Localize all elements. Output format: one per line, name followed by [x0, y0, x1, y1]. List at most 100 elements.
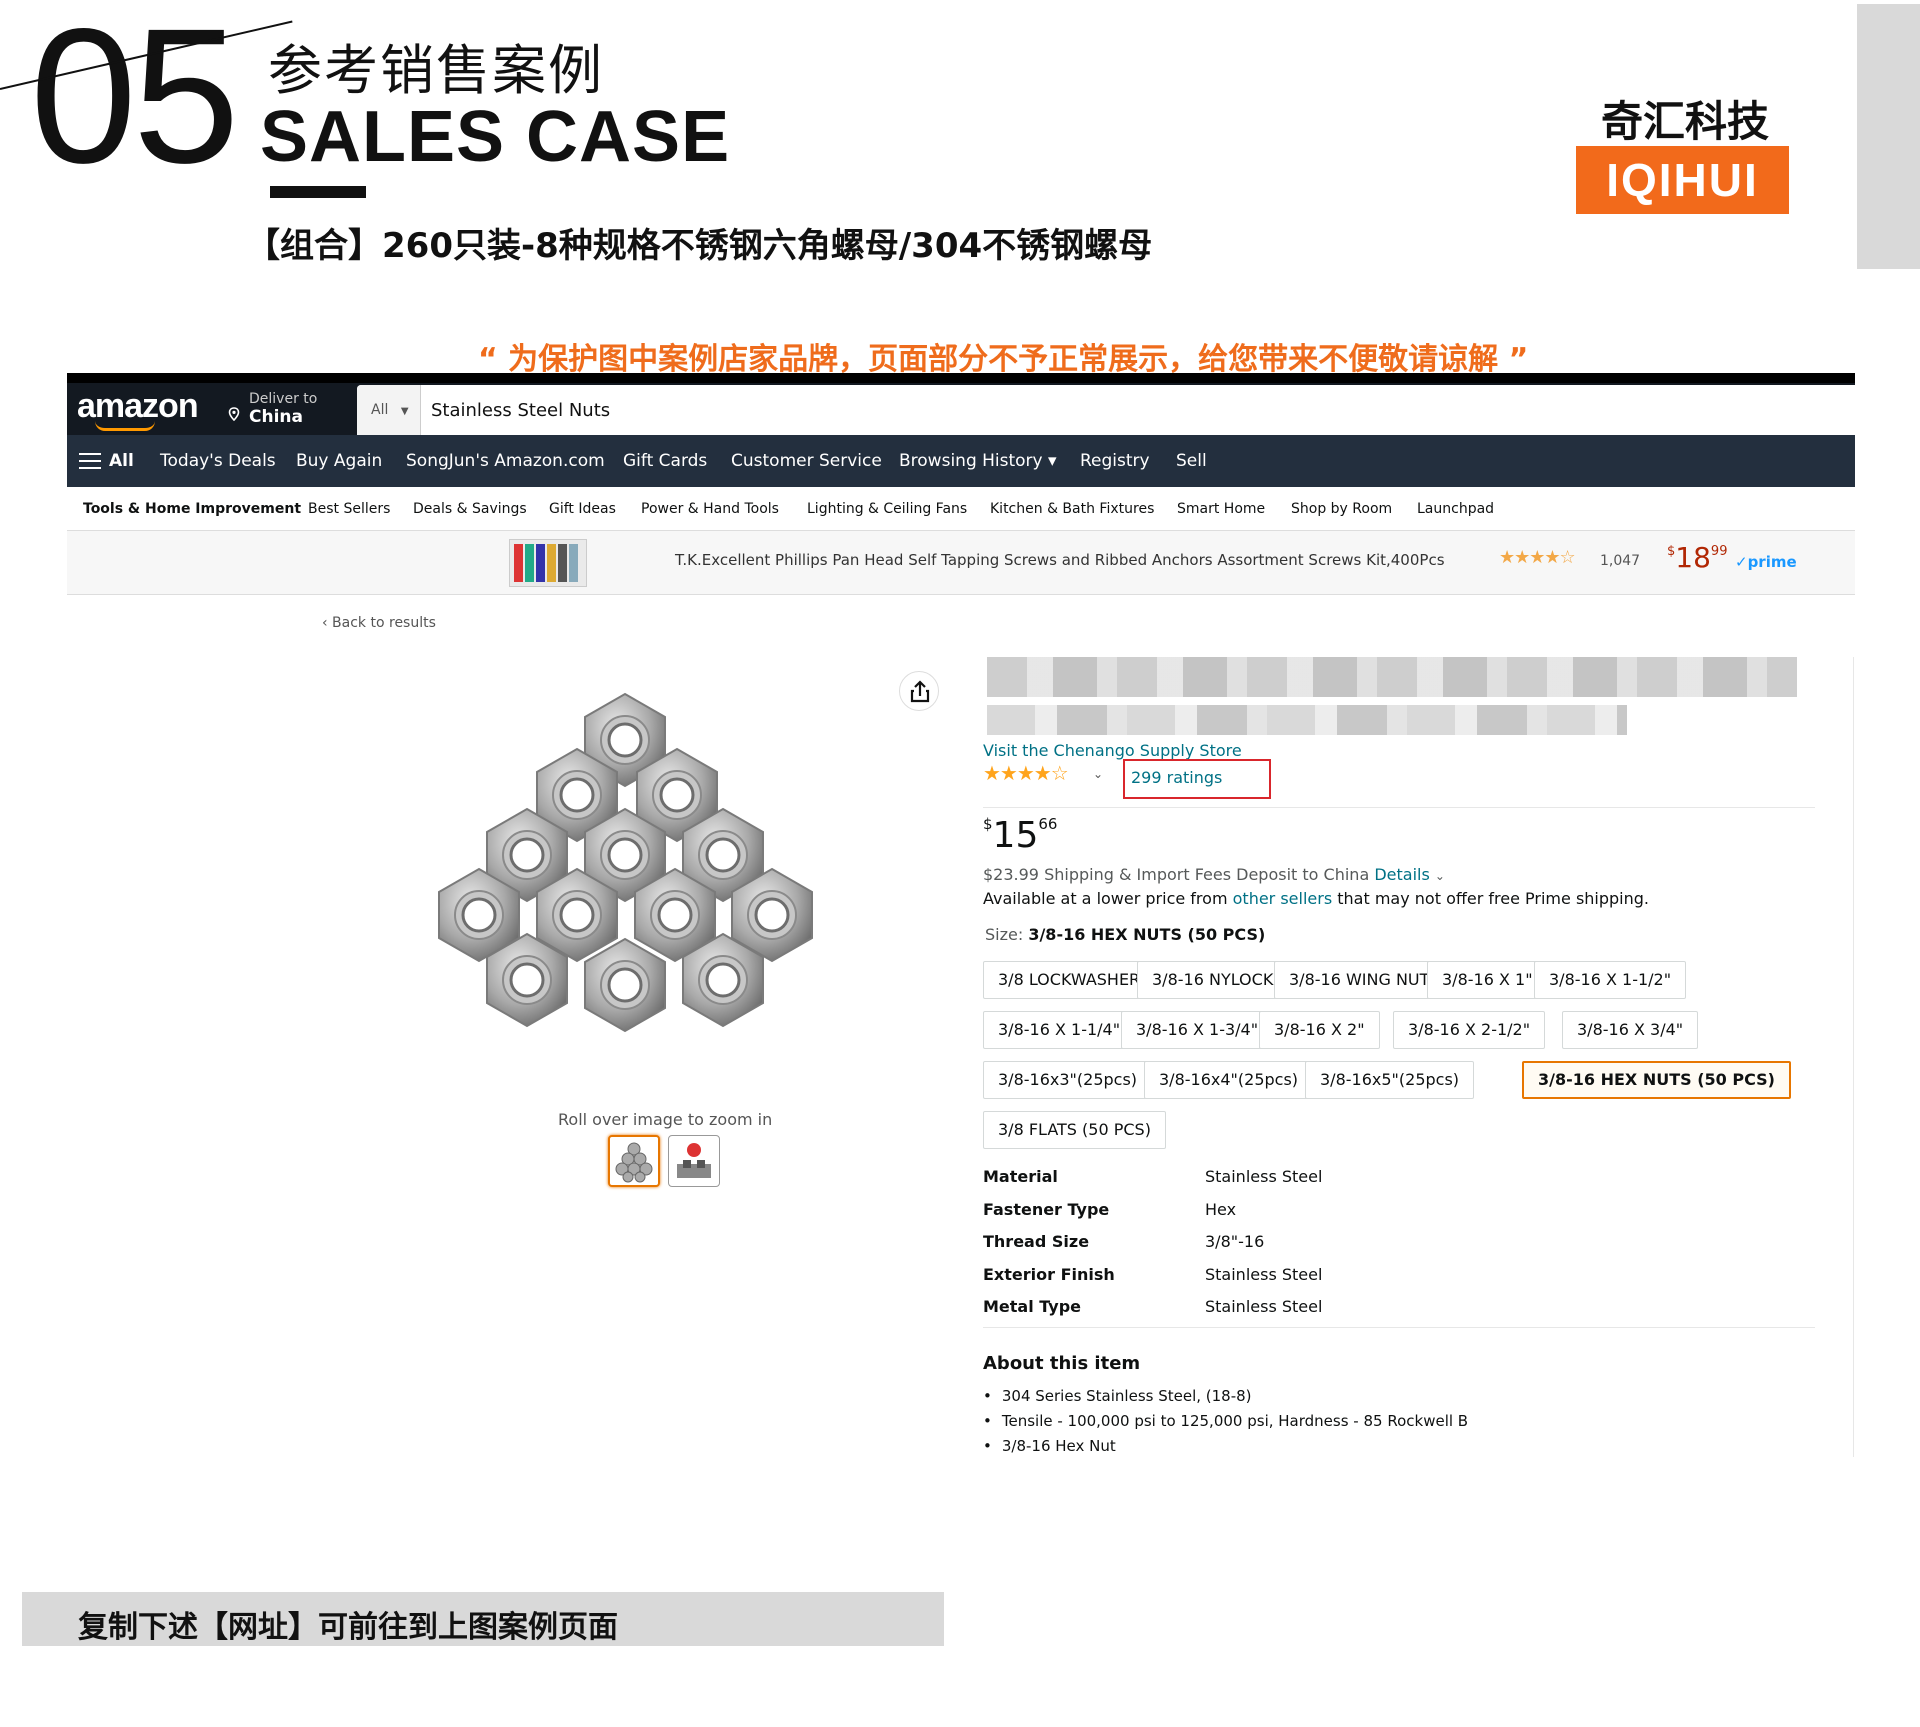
prime-badge: ✓prime — [1735, 553, 1797, 571]
blurred-product-title-line2 — [987, 705, 1627, 735]
title-chinese: 参考销售案例 — [268, 39, 604, 102]
nav-browsing-history[interactable]: Browsing History ▾ — [899, 435, 1057, 487]
subnav-power-tools[interactable]: Power & Hand Tools — [641, 487, 779, 531]
title-underline — [270, 186, 366, 198]
location-pin-icon — [228, 407, 240, 421]
section-number: 05 — [30, 0, 240, 203]
subnav-gift-ideas[interactable]: Gift Ideas — [549, 487, 616, 531]
product-main-image[interactable] — [427, 685, 827, 1075]
share-icon — [910, 680, 930, 703]
spec-key: Thread Size — [983, 1232, 1090, 1251]
nav-all[interactable]: All — [109, 435, 134, 487]
zoom-hint: Roll over image to zoom in — [558, 1110, 773, 1129]
search-category-dropdown[interactable]: All ▼ — [357, 385, 421, 435]
subnav-shop-by-room[interactable]: Shop by Room — [1291, 487, 1392, 531]
spec-key: Material — [983, 1167, 1058, 1186]
ad-price: $1899 — [1667, 541, 1728, 574]
subnav-launchpad[interactable]: Launchpad — [1417, 487, 1494, 531]
size-option[interactable]: 3/8-16x3"(25pcs) — [983, 1061, 1153, 1099]
visit-store-link[interactable]: Visit the Chenango Supply Store — [983, 741, 1242, 760]
nav-store[interactable]: SongJun's Amazon.com — [406, 435, 605, 487]
amazon-page: amazon Deliver to China All ▼ All Today'… — [67, 373, 1855, 1465]
privacy-notice: “ 为保护图中案例店家品牌，页面部分不予正常展示，给您带来不便敬请谅解 ” — [478, 342, 1529, 377]
feature-bullet: Tensile - 100,000 psi to 125,000 psi, Ha… — [983, 1412, 1468, 1430]
ad-product-image — [509, 539, 587, 587]
size-option[interactable]: 3/8-16 X 1" — [1427, 961, 1548, 999]
image-thumbnail-2[interactable] — [668, 1135, 720, 1187]
size-option[interactable]: 3/8-16 WING NUT — [1274, 961, 1445, 999]
chevron-down-icon: ▼ — [400, 406, 409, 417]
search-input[interactable] — [431, 385, 1831, 435]
nav-buy-again[interactable]: Buy Again — [296, 435, 382, 487]
product-price: $1566 — [983, 815, 1058, 856]
title-english: SALES CASE — [260, 97, 731, 177]
subnav-lighting[interactable]: Lighting & Ceiling Fans — [807, 487, 967, 531]
size-option[interactable]: 3/8 FLATS (50 PCS) — [983, 1111, 1166, 1149]
size-option[interactable]: 3/8-16 X 1-1/4" — [983, 1011, 1136, 1049]
spec-key: Exterior Finish — [983, 1265, 1115, 1284]
feature-bullet: 3/8-16 Hex Nut — [983, 1437, 1116, 1455]
subnav-deals[interactable]: Deals & Savings — [413, 487, 527, 531]
blurred-product-title — [987, 657, 1797, 697]
subnav-tools-home[interactable]: Tools & Home Improvement — [83, 487, 301, 531]
chevron-down-icon[interactable]: ⌄ — [1093, 767, 1103, 781]
spec-key: Fastener Type — [983, 1200, 1110, 1219]
ad-star-rating: ★★★★☆ — [1499, 547, 1576, 568]
nav-todays-deals[interactable]: Today's Deals — [160, 435, 276, 487]
spec-value: 3/8"-16 — [1205, 1232, 1265, 1251]
search-bar: All ▼ — [357, 385, 1855, 435]
nav-customer-service[interactable]: Customer Service — [731, 435, 882, 487]
sponsored-ad-bar[interactable]: T.K.Excellent Phillips Pan Head Self Tap… — [67, 531, 1855, 595]
department-nav: Tools & Home Improvement Best Sellers De… — [67, 487, 1855, 531]
size-option[interactable]: 3/8-16 X 1-3/4" — [1121, 1011, 1274, 1049]
footer-text: 复制下述【网址】可前往到上图案例页面 — [78, 1610, 618, 1645]
chevron-down-icon: ⌄ — [1434, 869, 1445, 883]
amazon-smile-icon — [95, 421, 155, 431]
spec-value: Stainless Steel — [1205, 1167, 1323, 1186]
availability-info: Available at a lower price from other se… — [983, 889, 1649, 908]
size-option[interactable]: 3/8 LOCKWASHER — [983, 961, 1156, 999]
panel-border — [1853, 657, 1854, 1457]
main-nav-bar: All Today's Deals Buy Again SongJun's Am… — [67, 435, 1855, 487]
size-option[interactable]: 3/8-16x4"(25pcs) — [1144, 1061, 1314, 1099]
share-button[interactable] — [899, 671, 939, 711]
search-category-label: All — [371, 402, 389, 418]
feature-bullet: 304 Series Stainless Steel, (18-8) — [983, 1387, 1252, 1405]
nav-gift-cards[interactable]: Gift Cards — [623, 435, 707, 487]
nav-sell[interactable]: Sell — [1176, 435, 1207, 487]
size-option[interactable]: 3/8-16x5"(25pcs) — [1305, 1061, 1475, 1099]
subnav-best-sellers[interactable]: Best Sellers — [308, 487, 390, 531]
spec-value: Stainless Steel — [1205, 1297, 1323, 1316]
back-to-results-link[interactable]: ‹ Back to results — [322, 615, 436, 631]
divider — [983, 1327, 1815, 1328]
brand-logo: IQIHUI — [1576, 146, 1789, 214]
about-item-heading: About this item — [983, 1353, 1141, 1374]
size-option[interactable]: 3/8-16 X 2-1/2" — [1393, 1011, 1546, 1049]
size-option[interactable]: 3/8-16 X 2" — [1259, 1011, 1380, 1049]
divider — [983, 807, 1815, 808]
nav-registry[interactable]: Registry — [1080, 435, 1150, 487]
subnav-smart-home[interactable]: Smart Home — [1177, 487, 1265, 531]
selected-size: Size: 3/8-16 HEX NUTS (50 PCS) — [985, 925, 1266, 944]
shipping-details-link[interactable]: Details — [1374, 865, 1429, 884]
product-subtitle: 【组合】260只装-8种规格不锈钢六角螺母/304不锈钢螺母 — [246, 226, 1153, 266]
size-option-selected[interactable]: 3/8-16 HEX NUTS (50 PCS) — [1522, 1061, 1791, 1099]
size-option[interactable]: 3/8-16 X 1-1/2" — [1534, 961, 1687, 999]
spec-value: Hex — [1205, 1200, 1237, 1219]
size-option[interactable]: 3/8-16 X 3/4" — [1562, 1011, 1699, 1049]
decorative-side-bar — [1857, 4, 1920, 269]
shipping-info: $23.99 Shipping & Import Fees Deposit to… — [983, 865, 1445, 884]
subnav-kitchen-bath[interactable]: Kitchen & Bath Fixtures — [990, 487, 1154, 531]
spec-key: Metal Type — [983, 1297, 1082, 1316]
ad-rating-count: 1,047 — [1600, 553, 1641, 569]
image-thumbnail-1[interactable] — [608, 1135, 660, 1187]
ratings-count-link[interactable]: 299 ratings — [1131, 768, 1222, 787]
hamburger-menu-icon[interactable] — [79, 453, 101, 469]
other-sellers-link[interactable]: other sellers — [1233, 889, 1333, 908]
product-star-rating[interactable]: ★★★★☆ — [983, 761, 1069, 785]
size-option[interactable]: 3/8-16 NYLOCK — [1137, 961, 1289, 999]
spec-value: Stainless Steel — [1205, 1265, 1323, 1284]
ad-title[interactable]: T.K.Excellent Phillips Pan Head Self Tap… — [675, 551, 1445, 569]
brand-name-chinese: 奇汇科技 — [1600, 97, 1769, 146]
deliver-country: China — [249, 407, 303, 427]
